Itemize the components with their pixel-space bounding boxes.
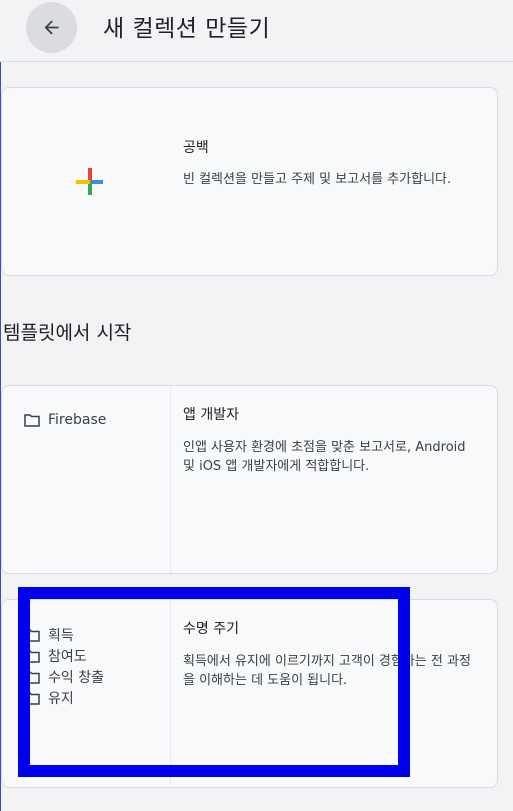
template-card-description: 인앱 사용자 환경에 초점을 맞춘 보고서로, Android 및 iOS 앱 … — [183, 440, 466, 474]
back-button[interactable] — [26, 2, 77, 53]
template-card-title: 앱 개발자 — [183, 407, 239, 423]
page-title: 새 컬렉션 만들기 — [103, 16, 271, 42]
folder-item: Firebase — [24, 412, 106, 428]
folder-label: Firebase — [48, 412, 107, 428]
top-app-bar: 새 컬렉션 만들기 — [0, 0, 513, 62]
templates-section-title: 템플릿에서 시작 — [3, 322, 132, 344]
card-divider — [170, 386, 171, 573]
blank-card-title: 공백 — [183, 140, 209, 156]
highlight-box — [18, 587, 410, 777]
plus-icon — [76, 168, 103, 195]
folder-icon — [24, 414, 40, 427]
blank-card-description: 빈 컬렉션을 만들고 주제 및 보고서를 추가합니다. — [183, 172, 452, 187]
arrow-back-icon — [44, 20, 59, 35]
